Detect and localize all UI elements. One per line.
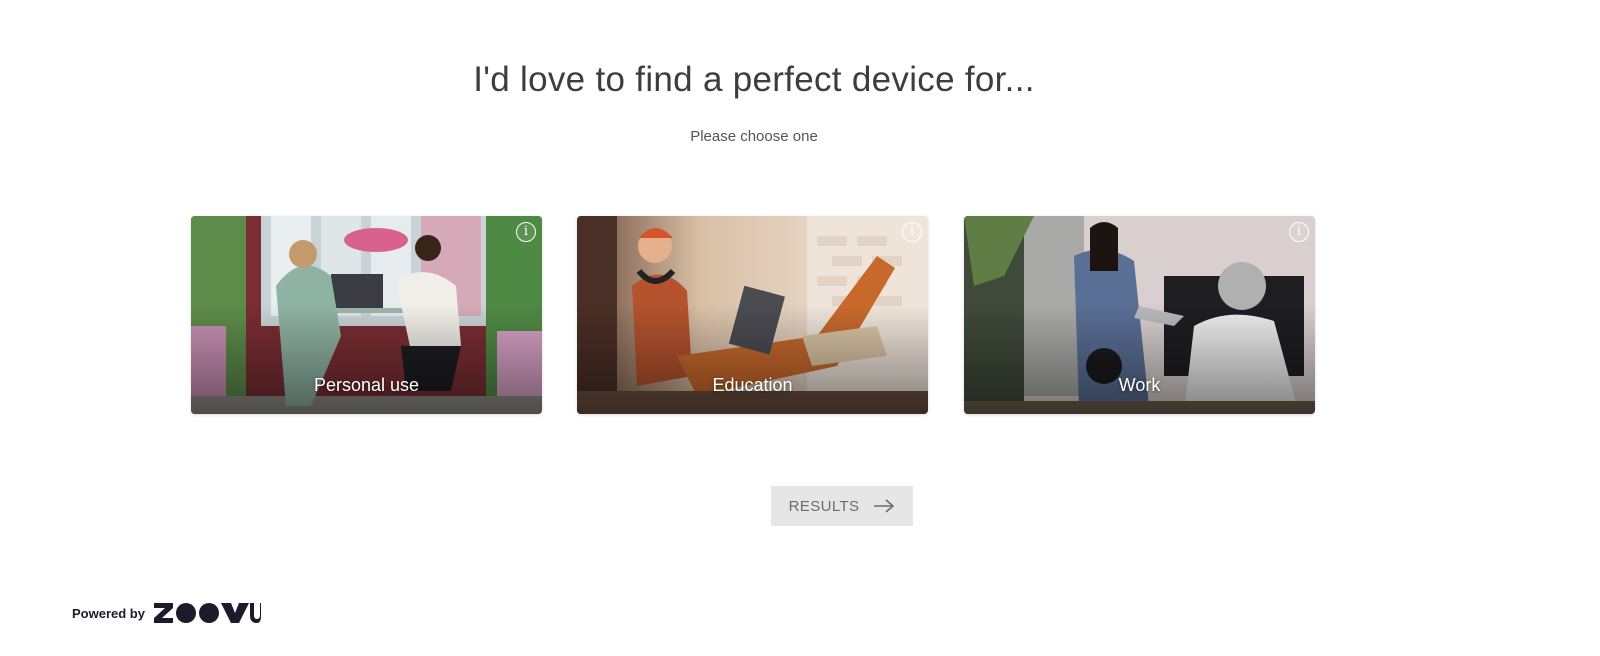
info-icon[interactable]: i xyxy=(1289,222,1309,242)
option-card-education[interactable]: Education i xyxy=(577,216,928,414)
option-card-personal-use[interactable]: Personal use i xyxy=(191,216,542,414)
card-shade xyxy=(577,304,928,414)
powered-by-text: Powered by xyxy=(72,605,145,621)
arrow-right-icon xyxy=(874,499,895,513)
info-icon[interactable]: i xyxy=(902,222,922,242)
option-label: Education xyxy=(712,375,793,395)
zoovu-logo xyxy=(153,603,261,623)
results-button[interactable]: RESULTS xyxy=(771,486,913,526)
card-shade xyxy=(191,304,542,414)
option-label: Work xyxy=(1118,375,1161,395)
quiz-page: I'd love to find a perfect device for...… xyxy=(0,0,1600,656)
card-shade xyxy=(964,304,1315,414)
info-icon[interactable]: i xyxy=(516,222,536,242)
option-card-work[interactable]: Work i xyxy=(964,216,1315,414)
page-title: I'd love to find a perfect device for... xyxy=(473,60,1035,99)
option-label: Personal use xyxy=(313,375,420,395)
results-button-label: RESULTS xyxy=(788,497,860,515)
page-subtitle: Please choose one xyxy=(690,128,818,145)
powered-by: Powered by xyxy=(72,602,261,624)
